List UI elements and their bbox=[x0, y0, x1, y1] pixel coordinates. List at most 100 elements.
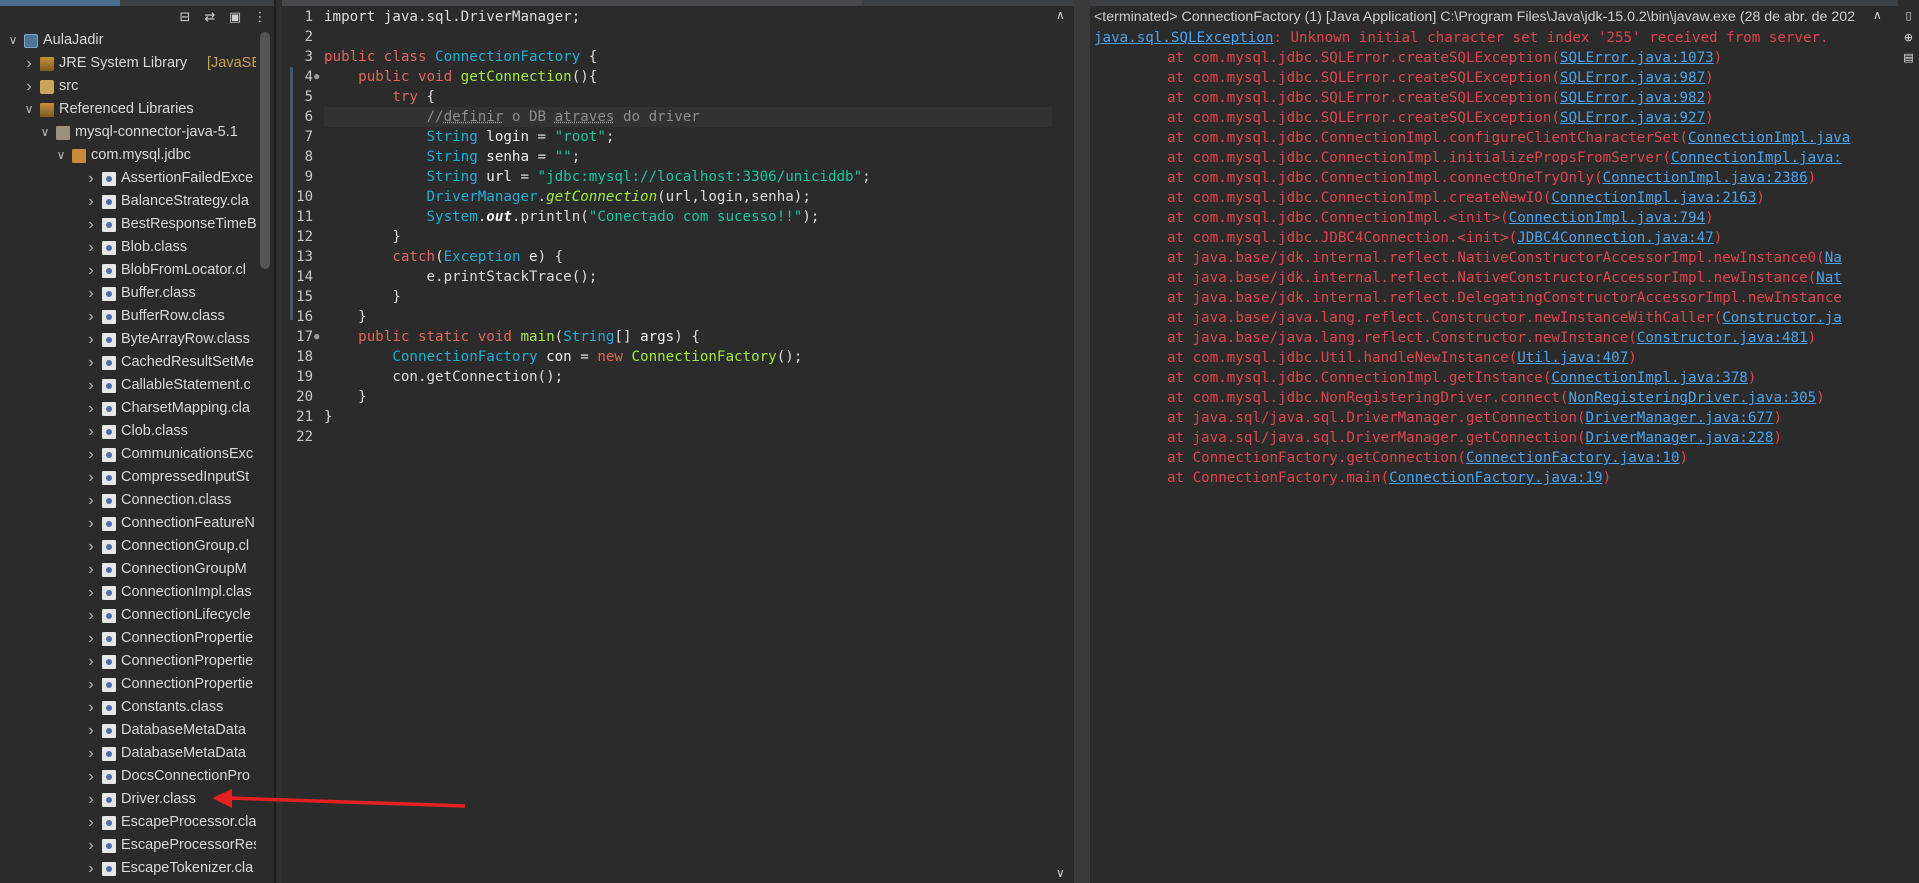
focus-icon[interactable]: ▣ bbox=[226, 9, 244, 27]
open-console-icon[interactable]: ▤ bbox=[1901, 50, 1916, 65]
chevron-down-icon[interactable]: ∨ bbox=[6, 29, 20, 52]
tree-item[interactable]: › ConnectionFeatureN bbox=[0, 512, 256, 535]
chevron-right-icon[interactable]: › bbox=[84, 236, 98, 259]
link-with-editor-icon[interactable]: ⇄ bbox=[201, 9, 219, 27]
tree-item[interactable]: › ConnectionGroupM bbox=[0, 558, 256, 581]
chevron-right-icon[interactable]: › bbox=[84, 811, 98, 834]
explorer-scrollbar[interactable] bbox=[256, 29, 274, 883]
collapse-all-icon[interactable]: ⊟ bbox=[176, 9, 194, 27]
pin-console-icon[interactable]: ▯ bbox=[1901, 8, 1916, 23]
tree-item[interactable]: › JRE System Library [JavaSE-1 bbox=[0, 52, 274, 75]
tree-item[interactable]: › Connection.class bbox=[0, 489, 256, 512]
tree-item[interactable]: › ConnectionPropertie bbox=[0, 673, 256, 696]
view-menu-icon[interactable]: ⋮ bbox=[251, 9, 269, 27]
chevron-right-icon[interactable]: › bbox=[84, 305, 98, 328]
chevron-right-icon[interactable]: › bbox=[84, 374, 98, 397]
chevron-down-icon[interactable]: ∨ bbox=[54, 144, 68, 167]
chevron-right-icon[interactable]: › bbox=[84, 604, 98, 627]
source-link[interactable]: Nat bbox=[1816, 270, 1842, 286]
chevron-right-icon[interactable]: › bbox=[22, 52, 36, 75]
tree-item[interactable]: ∨ AulaJadir bbox=[0, 29, 256, 52]
source-link[interactable]: ConnectionImpl.java:2163 bbox=[1551, 190, 1756, 206]
tree-item[interactable]: ∨ Referenced Libraries bbox=[0, 98, 256, 121]
chevron-right-icon[interactable]: › bbox=[84, 420, 98, 443]
source-link[interactable]: ConnectionImpl.java bbox=[1688, 130, 1850, 146]
tree-item[interactable]: › ConnectionImpl.clas bbox=[0, 581, 256, 604]
chevron-right-icon[interactable]: › bbox=[22, 75, 36, 98]
source-link[interactable]: JDBC4Connection.java:47 bbox=[1517, 230, 1713, 246]
tree-item[interactable]: › CharsetMapping.cla bbox=[0, 397, 256, 420]
chevron-right-icon[interactable]: › bbox=[84, 719, 98, 742]
connectionfactory-editor-tab[interactable] bbox=[282, 0, 862, 6]
tree-item[interactable]: › ConnectionLifecycle bbox=[0, 604, 256, 627]
chevron-right-icon[interactable]: › bbox=[84, 397, 98, 420]
chevron-right-icon[interactable]: › bbox=[84, 696, 98, 719]
source-link[interactable]: Na bbox=[1825, 250, 1842, 266]
source-link[interactable]: DriverManager.java:228 bbox=[1586, 430, 1774, 446]
chevron-right-icon[interactable]: › bbox=[84, 328, 98, 351]
tree-item[interactable]: › DatabaseMetaData bbox=[0, 719, 256, 742]
tree-item[interactable]: › EscapeProcessorRes bbox=[0, 834, 260, 857]
tree-item[interactable]: › CompressedInputSt bbox=[0, 466, 256, 489]
editor-console-sash[interactable] bbox=[1074, 0, 1090, 883]
chevron-right-icon[interactable]: › bbox=[84, 167, 98, 190]
tree-item[interactable]: › CommunicationsExc bbox=[0, 443, 256, 466]
tree-item[interactable]: › ConnectionGroup.cl bbox=[0, 535, 256, 558]
tree-item[interactable]: › Constants.class bbox=[0, 696, 256, 719]
chevron-right-icon[interactable]: › bbox=[84, 443, 98, 466]
source-link[interactable]: ConnectionImpl.java: bbox=[1671, 150, 1842, 166]
console-scrollbar[interactable]: ∧ bbox=[1870, 8, 1888, 883]
chevron-right-icon[interactable]: › bbox=[84, 190, 98, 213]
tree-item[interactable]: › ConnectionPropertie bbox=[0, 650, 256, 673]
tree-item[interactable]: › EscapeTokenizer.cla bbox=[0, 857, 256, 880]
tree-item[interactable]: ∨ com.mysql.jdbc bbox=[0, 144, 256, 167]
tree-item[interactable]: › AssertionFailedExce bbox=[0, 167, 256, 190]
tree-item[interactable]: › CallableStatement.c bbox=[0, 374, 256, 397]
source-link[interactable]: DriverManager.java:677 bbox=[1586, 410, 1774, 426]
source-link[interactable]: SQLError.java:1073 bbox=[1560, 50, 1714, 66]
source-link[interactable]: ConnectionFactory.java:19 bbox=[1389, 470, 1603, 486]
tree-item[interactable]: › src bbox=[0, 75, 256, 98]
chevron-down-icon[interactable]: ∨ bbox=[38, 121, 52, 144]
chevron-down-icon[interactable]: ∨ bbox=[22, 98, 36, 121]
tree-item[interactable]: › ConnectionPropertie bbox=[0, 627, 256, 650]
source-link[interactable]: SQLError.java:987 bbox=[1560, 70, 1705, 86]
fold-marker-icon[interactable]: ● bbox=[314, 327, 319, 347]
explorer-scrollbar-thumb[interactable] bbox=[260, 32, 270, 269]
chevron-right-icon[interactable]: › bbox=[84, 581, 98, 604]
source-link[interactable]: SQLError.java:927 bbox=[1560, 110, 1705, 126]
source-link[interactable]: NonRegisteringDriver.java:305 bbox=[1568, 390, 1816, 406]
tree-item[interactable]: › BlobFromLocator.cl bbox=[0, 259, 256, 282]
chevron-right-icon[interactable]: › bbox=[84, 213, 98, 236]
scroll-up-icon[interactable]: ∧ bbox=[1056, 8, 1065, 22]
chevron-right-icon[interactable]: › bbox=[84, 788, 98, 811]
tree-item[interactable]: › BalanceStrategy.cla bbox=[0, 190, 256, 213]
source-link[interactable]: ConnectionFactory.java:10 bbox=[1466, 450, 1680, 466]
tree-item[interactable]: ∨ mysql-connector-java-5.1 bbox=[0, 121, 256, 144]
source-link[interactable]: ConnectionImpl.java:2386 bbox=[1603, 170, 1808, 186]
fold-marker-icon[interactable]: ● bbox=[314, 67, 319, 87]
chevron-right-icon[interactable]: › bbox=[84, 765, 98, 788]
tree-item[interactable]: › DatabaseMetaData bbox=[0, 742, 256, 765]
chevron-right-icon[interactable]: › bbox=[84, 857, 98, 880]
source-link[interactable]: ConnectionImpl.java:378 bbox=[1551, 370, 1747, 386]
scroll-up-icon[interactable]: ∧ bbox=[1873, 8, 1882, 22]
tree-item[interactable]: › DocsConnectionPro bbox=[0, 765, 256, 788]
editor-scrollbar[interactable]: ∧ ∨ bbox=[1054, 8, 1072, 883]
tree-item[interactable]: › Blob.class bbox=[0, 236, 256, 259]
chevron-right-icon[interactable]: › bbox=[84, 351, 98, 374]
chevron-right-icon[interactable]: › bbox=[84, 673, 98, 696]
chevron-right-icon[interactable]: › bbox=[84, 489, 98, 512]
tree-item[interactable]: › Clob.class bbox=[0, 420, 256, 443]
tree-item[interactable]: › ByteArrayRow.class bbox=[0, 328, 256, 351]
chevron-right-icon[interactable]: › bbox=[84, 259, 98, 282]
exception-link[interactable]: java.sql.SQLException bbox=[1094, 30, 1273, 46]
chevron-right-icon[interactable]: › bbox=[84, 558, 98, 581]
tree-item[interactable]: › CachedResultSetMe bbox=[0, 351, 256, 374]
source-link[interactable]: Util.java:407 bbox=[1517, 350, 1628, 366]
chevron-right-icon[interactable]: › bbox=[84, 282, 98, 305]
tree-item[interactable]: › Driver.class bbox=[0, 788, 256, 811]
chevron-right-icon[interactable]: › bbox=[84, 650, 98, 673]
chevron-right-icon[interactable]: › bbox=[84, 627, 98, 650]
source-link[interactable]: Constructor.java:481 bbox=[1637, 330, 1808, 346]
